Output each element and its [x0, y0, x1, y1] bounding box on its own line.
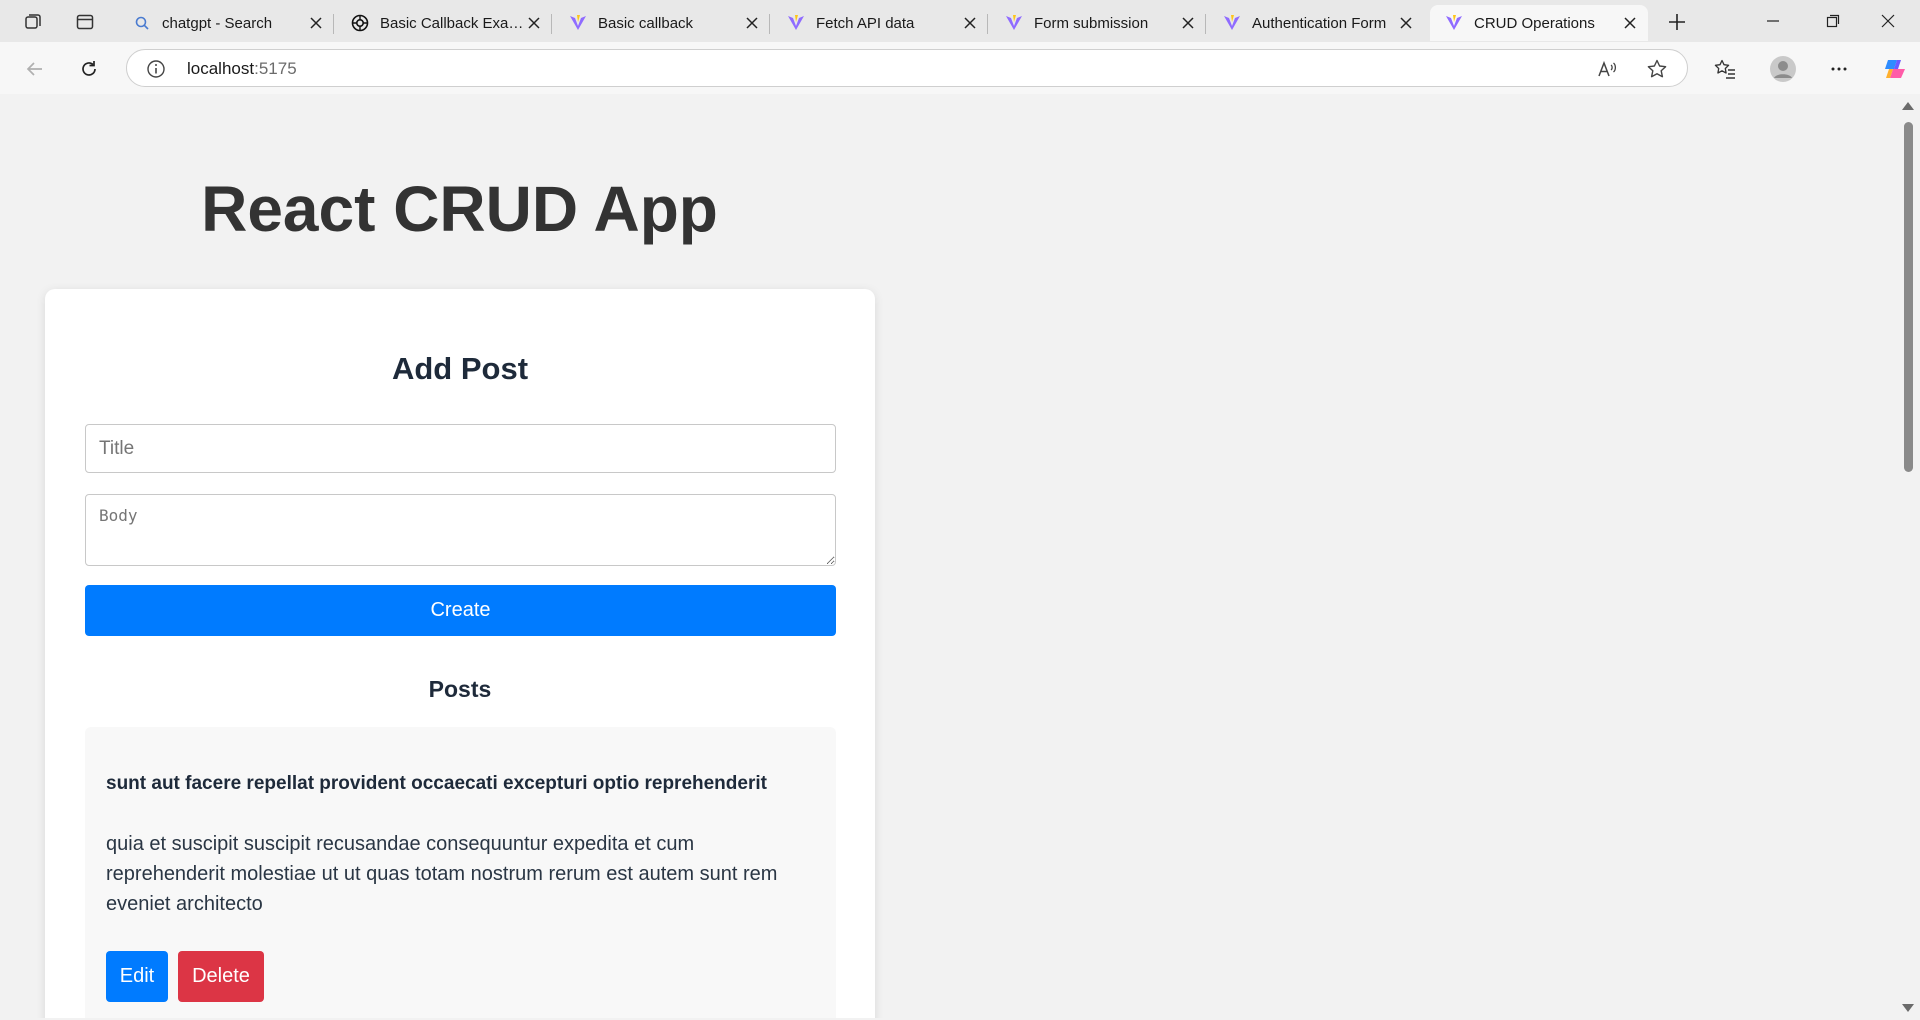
browser-toolbar: localhost:5175 — [0, 42, 1920, 94]
tab-basic-callback[interactable]: Basic callback — [554, 5, 770, 41]
address-bar[interactable]: localhost:5175 — [126, 49, 1688, 87]
workspaces-icon[interactable] — [20, 9, 46, 35]
close-icon[interactable] — [524, 13, 544, 33]
vite-icon — [786, 13, 806, 33]
tab-form-submission[interactable]: Form submission — [990, 5, 1206, 41]
delete-button[interactable]: Delete — [178, 951, 264, 1002]
url-port: :5175 — [254, 59, 297, 78]
tab-label: CRUD Operations — [1474, 14, 1595, 32]
back-button[interactable] — [20, 54, 50, 84]
tab-chatgpt-search[interactable]: chatgpt - Search — [118, 5, 334, 41]
vite-icon — [1222, 13, 1242, 33]
new-tab-button[interactable] — [1664, 9, 1690, 35]
close-icon[interactable] — [1178, 13, 1198, 33]
scrollbar-thumb[interactable] — [1904, 122, 1913, 472]
edit-button[interactable]: Edit — [106, 951, 168, 1002]
scroll-down-arrow-icon[interactable] — [1902, 1004, 1914, 1012]
tab-label: Authentication Form — [1252, 14, 1387, 32]
create-button[interactable]: Create — [85, 585, 836, 636]
tab-divider — [551, 14, 552, 34]
tab-divider — [333, 14, 334, 34]
vite-icon — [568, 13, 588, 33]
post-body: quia et suscipit suscipit recusandae con… — [106, 833, 778, 915]
tab-basic-callback-example[interactable]: Basic Callback Example — [336, 5, 552, 41]
close-icon[interactable] — [1396, 13, 1416, 33]
tab-strip: chatgpt - Search Basic Callback Example … — [0, 0, 1920, 42]
title-input[interactable] — [85, 424, 836, 473]
favorite-star-icon[interactable] — [1645, 57, 1669, 81]
url-text: localhost:5175 — [187, 59, 297, 79]
tab-label: Basic Callback Example — [380, 14, 524, 32]
minimize-button[interactable] — [1741, 0, 1805, 42]
tab-divider — [769, 14, 770, 34]
tab-divider — [1205, 14, 1206, 34]
close-window-button[interactable] — [1856, 0, 1920, 42]
vertical-scrollbar[interactable] — [1896, 94, 1920, 1018]
tab-label: chatgpt - Search — [162, 14, 273, 32]
tab-crud-operations[interactable]: CRUD Operations — [1430, 5, 1648, 41]
close-icon[interactable] — [742, 13, 762, 33]
crud-card: Add Post Create Posts sunt aut facere re… — [45, 289, 875, 1018]
app-title: React CRUD App — [201, 173, 718, 245]
add-post-heading: Add Post — [391, 351, 529, 386]
vite-icon — [1444, 13, 1464, 33]
body-textarea[interactable] — [85, 494, 836, 566]
post-item: sunt aut facere repellat provident occae… — [85, 727, 836, 1018]
tab-fetch-api-data[interactable]: Fetch API data — [772, 5, 988, 41]
tab-divider — [987, 14, 988, 34]
close-icon[interactable] — [1620, 13, 1640, 33]
posts-heading: Posts — [428, 676, 492, 702]
read-aloud-icon[interactable] — [1595, 57, 1619, 81]
tab-authentication-form[interactable]: Authentication Form — [1208, 5, 1424, 41]
more-options-icon[interactable] — [1824, 54, 1854, 84]
profile-avatar[interactable] — [1768, 54, 1798, 84]
openai-icon — [350, 13, 370, 33]
site-info-icon[interactable] — [145, 58, 167, 80]
tab-label: Fetch API data — [816, 14, 915, 32]
search-icon — [132, 13, 152, 33]
refresh-button[interactable] — [74, 54, 104, 84]
copilot-icon[interactable] — [1880, 54, 1910, 84]
scroll-up-arrow-icon[interactable] — [1902, 102, 1914, 110]
url-host: localhost — [187, 59, 255, 78]
vite-icon — [1004, 13, 1024, 33]
tab-actions-icon[interactable] — [72, 9, 98, 35]
tab-label: Basic callback — [598, 14, 694, 32]
page-viewport: React CRUD App Add Post Create Posts sun… — [4, 94, 1896, 1018]
post-title: sunt aut facere repellat provident occae… — [106, 773, 767, 794]
close-icon[interactable] — [306, 13, 326, 33]
tab-label: Form submission — [1034, 14, 1149, 32]
close-icon[interactable] — [960, 13, 980, 33]
favorites-button[interactable] — [1710, 54, 1740, 84]
